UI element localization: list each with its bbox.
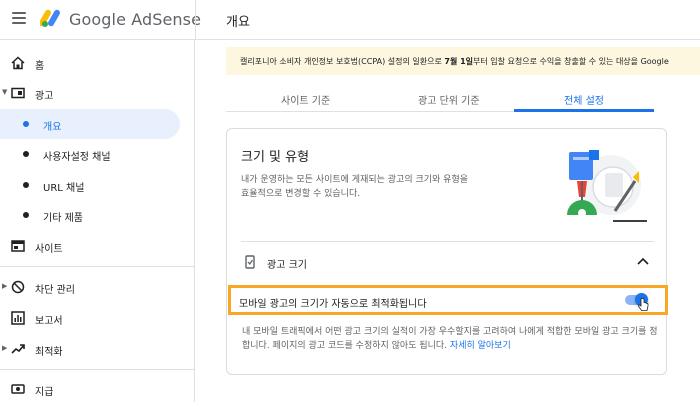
home-icon [11, 56, 25, 70]
mobile-auto-size-setting-row: 모바일 광고의 크기가 자동으로 최적화됩니다 [228, 285, 668, 315]
page-title: 개요 [226, 15, 250, 30]
sidebar-item-reports[interactable]: 보고서 [0, 303, 195, 333]
brand-name: Google AdSense [69, 10, 202, 29]
adsense-logo [40, 9, 60, 27]
caret-down-icon: ▼ [2, 88, 8, 96]
tab-by-ad-unit[interactable]: 광고 단위 기준 [418, 92, 480, 107]
card-divider [241, 241, 654, 242]
caret-right-icon: ▶ [2, 282, 8, 290]
sidebar-item-payments[interactable]: 지급 [0, 374, 195, 402]
settings-tabs: 사이트 기준 광고 단위 기준 전체 설정 [226, 84, 654, 112]
ad-size-section-title: 광고 크기 [267, 260, 307, 271]
sidebar-item-ads[interactable]: ▼ 광고 [0, 78, 195, 108]
bullet-icon [23, 151, 29, 157]
reports-icon [11, 311, 25, 325]
tab-by-site[interactable]: 사이트 기준 [281, 92, 330, 107]
chevron-up-icon[interactable] [637, 256, 649, 266]
hand-cursor-icon [637, 298, 649, 311]
mobile-check-icon [245, 255, 255, 269]
ccpa-notice-banner: 캘리포니아 소비자 개인정보 보호법(CCPA) 설정의 일환으로 7월 1일부… [226, 47, 700, 75]
sidebar-item-home[interactable]: 홈 [0, 48, 195, 78]
sidebar-item-optimization[interactable]: ▶ 최적화 [0, 334, 195, 364]
top-bar: Google AdSense 개요 [0, 0, 700, 40]
sidebar-item-url-channels[interactable]: URL 채널 [0, 170, 195, 200]
tab-global-settings[interactable]: 전체 설정 [564, 92, 604, 107]
sidebar-item-blocking-controls[interactable]: ▶ 차단 관리 [0, 272, 195, 302]
ads-icon [11, 87, 25, 99]
block-icon [11, 280, 25, 294]
sidebar-item-other-products[interactable]: 기타 제품 [0, 200, 195, 230]
sidebar-item-sites[interactable]: 사이트 [0, 231, 195, 261]
learn-more-link[interactable]: 자세히 알아보기 [450, 341, 511, 351]
sidebar-item-overview[interactable]: 개요 [0, 109, 180, 139]
mobile-auto-size-label: 모바일 광고의 크기가 자동으로 최적화됩니다 [239, 299, 427, 310]
mobile-auto-size-help-text: 내 모바일 트래픽에서 어떤 광고 크기의 실적이 가장 우수할지를 고려하여 … [242, 327, 658, 351]
bullet-icon [23, 212, 29, 218]
active-tab-indicator [514, 109, 654, 112]
sidebar-item-custom-channels[interactable]: 사용자설정 채널 [0, 139, 195, 169]
bullet-icon [23, 121, 29, 127]
ad-formats-illustration-icon [567, 150, 647, 222]
bullet-icon [23, 182, 29, 188]
header-divider [195, 0, 196, 40]
card-title: 크기 및 유형 [241, 150, 310, 165]
sidebar: 홈 ▼ 광고 개요 사용자설정 채널 URL 채널 기타 제품 사이트 ▶ 차단… [0, 40, 195, 402]
sidebar-divider [0, 369, 195, 370]
trending-up-icon [11, 344, 25, 354]
sites-icon [11, 240, 25, 252]
payments-icon [11, 384, 25, 394]
menu-icon[interactable] [12, 12, 26, 24]
card-description: 내가 운영하는 모든 사이트에 게재되는 광고의 크기와 유형을 효율적으로 변… [241, 175, 469, 199]
sidebar-divider [0, 266, 195, 267]
caret-right-icon: ▶ [2, 344, 8, 352]
